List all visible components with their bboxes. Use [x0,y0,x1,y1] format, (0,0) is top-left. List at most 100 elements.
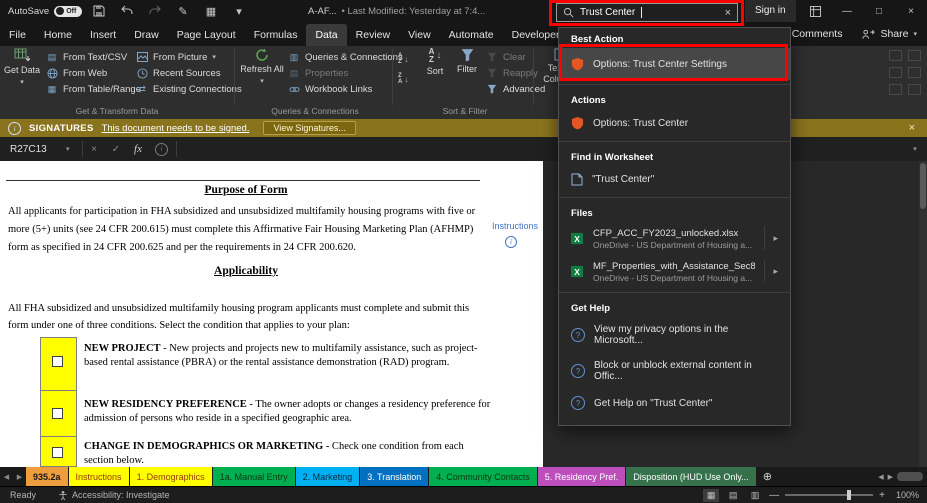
properties-button[interactable]: ▤Properties [288,67,403,79]
hscroll-right-icon[interactable]: ▶ [888,473,893,481]
vertical-scrollbar[interactable] [919,161,927,467]
cancel-icon[interactable]: × [83,144,105,155]
submenu-arrow-icon[interactable]: ▸ [764,260,778,283]
ribbon-tab-formulas[interactable]: Formulas [245,24,307,46]
sort-z-to-a-button[interactable]: ZA↓ [398,73,408,85]
customize-qat-icon[interactable]: ▾ [232,5,246,18]
sort-a-to-z-button[interactable]: AZ↓ [398,53,408,65]
refresh-all-button[interactable]: Refresh All ▾ [240,48,284,104]
name-box-dropdown-icon[interactable]: ▾ [66,145,82,153]
page-break-view-icon[interactable]: ▥ [747,489,763,502]
signature-message: This document needs to be signed. [102,123,250,134]
zoom-out-icon[interactable]: — [769,490,779,501]
reapply-filter-button[interactable]: Reapply [486,67,545,79]
links-chain-icon [288,84,300,95]
checkbox-new-residency-preference[interactable] [52,408,63,419]
ribbon-tab-page-layout[interactable]: Page Layout [168,24,245,46]
existing-connections-button[interactable]: ⇄Existing Connections [136,83,242,95]
sheet-tab-935-2a[interactable]: 935.2a [26,467,68,486]
sheet-tab-demographics[interactable]: 1. Demographics [130,467,212,486]
accessibility-checker-button[interactable]: Accessibility: Investigate [58,490,170,501]
autosave-control[interactable]: AutoSave Off [8,0,82,22]
autosave-toggle[interactable]: Off [54,6,82,17]
queries-connections-button[interactable]: ▥Queries & Connections [288,51,403,63]
ribbon-tab-view[interactable]: View [399,24,440,46]
sheet-tab-community-contacts[interactable]: 4. Community Contacts [429,467,537,486]
redo-icon[interactable] [148,5,162,17]
checkbox-change-demographics[interactable] [52,447,63,458]
page-layout-view-icon[interactable]: ▤ [725,489,741,502]
maximize-button[interactable]: □ [863,0,895,22]
close-button[interactable]: × [895,0,927,22]
sheet-tab-disposition[interactable]: Disposition (HUD Use Only... [626,467,755,486]
enter-icon[interactable]: ✓ [105,144,127,155]
share-icon [862,28,875,40]
from-table-range-button[interactable]: ▦From Table/Range [46,83,141,95]
draw-pen-icon[interactable]: ✎ [176,5,190,18]
file-result-mf-properties[interactable]: X MF_Properties_with_Assistance_Sec8_Co.… [559,255,790,288]
view-signatures-button[interactable]: View Signatures... [263,121,355,135]
expand-formula-bar-icon[interactable]: ▾ [903,145,927,153]
ribbon-tab-insert[interactable]: Insert [81,24,125,46]
filter-button[interactable]: Filter [452,48,482,104]
ribbon-tab-file[interactable]: File [0,24,35,46]
sheet-tab-residency-pref[interactable]: 5. Residency Pref. [538,467,626,486]
search-input[interactable]: Trust Center × [556,3,738,22]
vertical-scrollbar-thumb[interactable] [920,163,926,209]
help-get-help-trust-center[interactable]: ? Get Help on "Trust Center" [559,389,790,417]
file-result-cfp-acc[interactable]: X CFP_ACC_FY2023_unlocked.xlsxOneDrive -… [559,222,790,255]
close-message-bar-icon[interactable]: × [909,122,919,134]
normal-view-icon[interactable]: ▦ [703,489,719,502]
action-options-trust-center[interactable]: Options: Trust Center [559,109,790,137]
workbook-links-button[interactable]: Workbook Links [288,83,403,95]
horizontal-scrollbar-thumb[interactable] [897,472,923,481]
instructions-link[interactable]: Instructions [492,221,538,231]
from-text-csv-button[interactable]: ▤From Text/CSV [46,51,141,63]
add-sheet-icon[interactable]: ⊕ [757,467,778,486]
ribbon-tab-data[interactable]: Data [306,24,346,46]
table-icon[interactable]: ▦ [204,5,218,18]
from-web-button[interactable]: From Web [46,67,141,79]
worksheet[interactable]: Purpose of Form All applicants for parti… [0,161,543,467]
ribbon-tab-draw[interactable]: Draw [125,24,168,46]
submenu-arrow-icon[interactable]: ▸ [764,227,778,250]
instructions-info-icon[interactable]: i [505,236,517,248]
sheet-tab-instructions[interactable]: Instructions [69,467,129,486]
minimize-button[interactable]: — [831,0,863,22]
share-button[interactable]: Share ▾ [852,22,927,46]
help-block-external-content[interactable]: ? Block or unblock external content in O… [559,353,790,389]
zoom-slider[interactable] [785,494,873,496]
actions-header: Actions [559,89,790,109]
clear-search-icon[interactable]: × [725,7,731,19]
zoom-level[interactable]: 100% [891,490,919,500]
from-picture-button[interactable]: From Picture▾ [136,51,242,63]
group-label-get-transform: Get & Transform Data [2,106,232,116]
best-action-trust-center-settings[interactable]: Options: Trust Center Settings [559,48,790,80]
sheet-tab-manual-entry[interactable]: 1a. Manual Entry [213,467,295,486]
insert-function-icon[interactable]: fx [127,143,149,155]
name-box[interactable]: R27C13 [0,144,66,155]
ribbon-tab-automate[interactable]: Automate [440,24,503,46]
zoom-in-icon[interactable]: + [879,490,885,501]
sheet-tab-marketing[interactable]: 2. Marketing [296,467,360,486]
outline-group-icons [889,50,921,95]
sort-button[interactable]: AZ↓ Sort [420,48,450,104]
tab-scroll-left-icon[interactable]: ◀ [0,467,13,486]
help-privacy-options[interactable]: ? View my privacy options in the Microso… [559,317,790,353]
advanced-filter-button[interactable]: Advanced [486,83,545,95]
save-icon[interactable] [92,5,106,17]
recent-sources-button[interactable]: Recent Sources [136,67,242,79]
hscroll-left-icon[interactable]: ◀ [878,473,883,481]
clear-filter-button[interactable]: Clear [486,51,545,63]
ribbon-display-options-icon[interactable] [799,0,831,22]
checkbox-new-project[interactable] [52,356,63,367]
tab-scroll-right-icon[interactable]: ▶ [13,467,26,486]
sign-in-button[interactable]: Sign in [745,0,796,22]
ribbon-tab-review[interactable]: Review [347,24,399,46]
undo-icon[interactable] [120,5,134,17]
ribbon-tab-home[interactable]: Home [35,24,81,46]
get-data-button[interactable]: Get Data ▾ [2,48,42,104]
find-trust-center-item[interactable]: "Trust Center" [559,166,790,193]
sheet-tab-translation[interactable]: 3. Translation [360,467,428,486]
zoom-slider-thumb[interactable] [847,490,851,500]
